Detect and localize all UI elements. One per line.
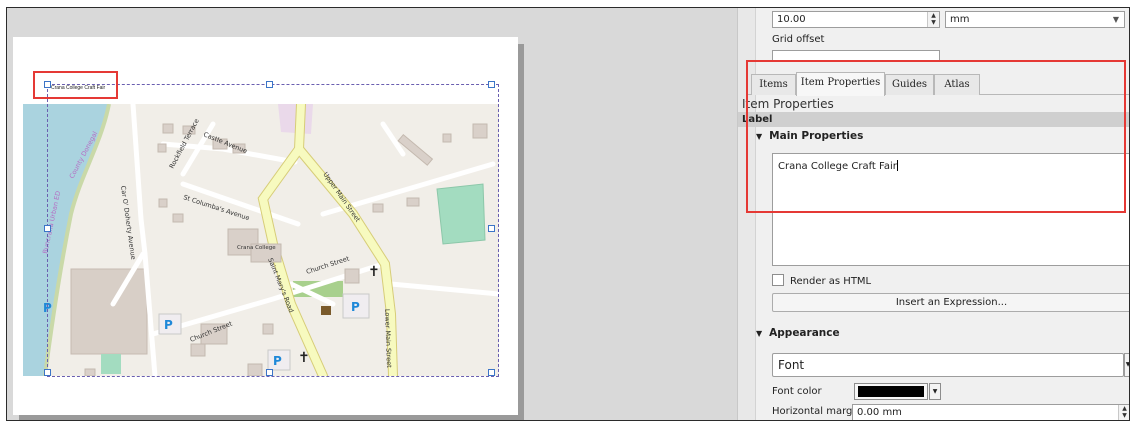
spin-arrows-icon[interactable]: ▲ ▼ xyxy=(1118,405,1129,420)
font-color-button[interactable] xyxy=(854,383,928,400)
grid-offset-input[interactable] xyxy=(772,50,940,60)
sports-field xyxy=(436,183,486,245)
horizontal-margin-value: 0.00 mm xyxy=(857,407,902,418)
appearance-header[interactable]: ▼ Appearance xyxy=(756,324,840,343)
map-item[interactable]: ✝ ✝ P P P P Castle Avenue Rockfield Terr… xyxy=(23,104,499,376)
church-icon: ✝ xyxy=(298,350,310,366)
grid-spacing-input[interactable]: 10.00 ▲ ▼ xyxy=(772,11,940,28)
render-html-checkbox[interactable] xyxy=(772,274,784,286)
parking-icon: P xyxy=(351,300,360,314)
resize-handle[interactable] xyxy=(488,369,495,376)
grid-spacing-value: 10.00 xyxy=(777,14,806,25)
resize-handle[interactable] xyxy=(44,225,51,232)
resize-handle[interactable] xyxy=(44,369,51,376)
color-swatch xyxy=(858,386,924,397)
insert-expression-button[interactable]: Insert an Expression... xyxy=(772,293,1129,312)
street-label: Upper Main Street xyxy=(321,171,362,224)
properties-panel: 10.00 ▲ ▼ mm ▼ Grid offset Items Item Pro… xyxy=(737,8,1129,420)
section-title: Appearance xyxy=(769,327,840,339)
map-render: ✝ ✝ P P P P Castle Avenue Rockfield Terr… xyxy=(23,104,499,376)
street-label: Lower Main Street xyxy=(383,309,393,369)
building-large xyxy=(70,268,148,355)
grid-unit-select[interactable]: mm ▼ xyxy=(945,11,1125,28)
horizontal-margin-label: Horizontal margin xyxy=(772,406,862,417)
place-label: Crana College xyxy=(237,245,276,251)
parking-icon: P xyxy=(164,318,173,332)
parking-icon: P xyxy=(43,301,52,315)
font-dropdown-arrow-icon[interactable]: ▼ xyxy=(1124,353,1129,377)
layout-canvas[interactable]: ✝ ✝ P P P P Castle Avenue Rockfield Terr… xyxy=(7,8,737,420)
church-icon: ✝ xyxy=(368,264,380,280)
render-html-label: Render as HTML xyxy=(790,276,872,287)
label-highlight-box xyxy=(33,71,118,99)
render-html-option[interactable]: Render as HTML xyxy=(772,274,871,288)
app-window: ✝ ✝ P P P P Castle Avenue Rockfield Terr… xyxy=(6,7,1130,421)
resize-handle[interactable] xyxy=(266,81,273,88)
green-patch xyxy=(101,354,121,374)
resize-handle[interactable] xyxy=(488,225,495,232)
parking-icon: P xyxy=(273,354,282,368)
horizontal-margin-input[interactable]: 0.00 mm ▲ ▼ xyxy=(852,404,1129,420)
color-dropdown-arrow-icon[interactable]: ▼ xyxy=(929,383,941,400)
street-label: Car O' Doherty Avenue xyxy=(119,185,137,260)
chevron-down-icon: ▼ xyxy=(1112,15,1119,24)
grid-offset-label: Grid offset xyxy=(772,34,825,45)
main-roads xyxy=(258,104,397,376)
street-label: Church Street xyxy=(305,254,351,276)
grid-unit-value: mm xyxy=(950,14,970,25)
main-properties-highlight-box xyxy=(746,60,1126,213)
library-icon xyxy=(321,306,331,315)
resize-handle[interactable] xyxy=(266,369,273,376)
resize-handle[interactable] xyxy=(488,81,495,88)
collapse-triangle-icon: ▼ xyxy=(756,329,763,338)
font-color-label: Font color xyxy=(772,386,822,397)
font-button[interactable]: Font xyxy=(772,353,1124,377)
spin-arrows-icon[interactable]: ▲ ▼ xyxy=(927,12,939,27)
